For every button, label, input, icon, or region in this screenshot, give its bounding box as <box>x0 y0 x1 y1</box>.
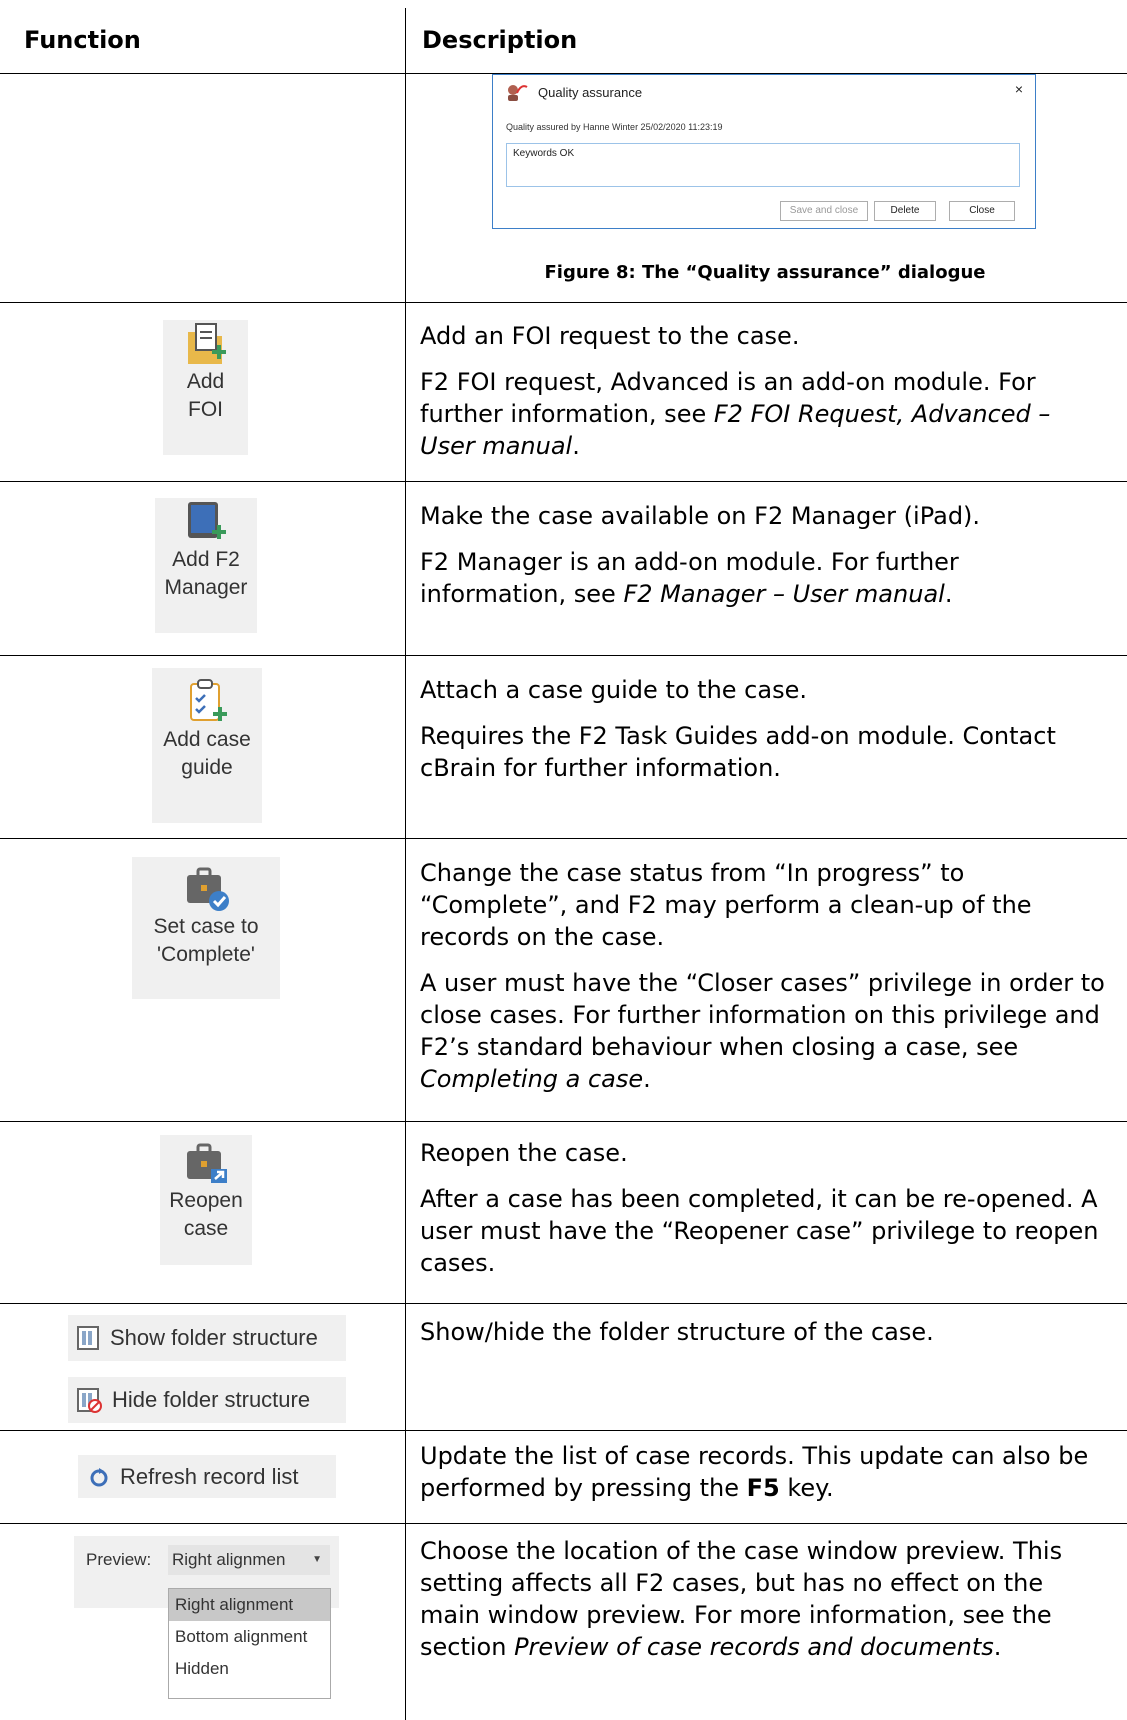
reopen-case-label-2: case <box>183 1217 229 1240</box>
preview-description: Choose the location of the case window p… <box>420 1535 1110 1663</box>
refresh-text-1: Update the list of case records. This up… <box>420 1440 1110 1504</box>
reopen-case-text-1: Reopen the case. <box>420 1139 628 1167</box>
row-divider <box>0 838 1127 839</box>
close-button[interactable]: Close <box>949 201 1015 221</box>
case-complete-icon <box>187 867 229 911</box>
add-f2-manager-text-2b: . <box>944 580 953 608</box>
add-f2-manager-button[interactable]: Add F2 Manager <box>155 498 257 633</box>
preview-section-ref: Preview of case records and documents <box>514 1633 994 1661</box>
add-case-guide-button[interactable]: Add case guide <box>152 668 262 823</box>
preview-label: Preview: <box>86 1550 152 1569</box>
dialog-info: Quality assured by Hanne Winter 25/02/20… <box>506 122 723 132</box>
tablet-icon <box>188 502 226 539</box>
add-case-guide-text-2: Requires the F2 Task Guides add-on modul… <box>420 722 1056 782</box>
folder-structure-icon <box>77 1326 99 1350</box>
header-function: Function <box>24 26 141 54</box>
add-f2-manager-manual-ref: F2 Manager – User manual <box>623 580 945 608</box>
hide-folder-structure-button[interactable]: Hide folder structure <box>68 1377 346 1423</box>
quality-assurance-icon <box>508 85 528 101</box>
add-foi-text-1: Add an FOI request to the case. <box>420 322 800 350</box>
add-f2-manager-text-1: Make the case available on F2 Manager (i… <box>420 502 981 530</box>
refresh-description: Update the list of case records. This up… <box>420 1440 1110 1504</box>
preview-select[interactable]: Right alignmen ▼ <box>168 1545 330 1575</box>
set-case-complete-description: Change the case status from “In progress… <box>420 857 1110 1095</box>
folder-structure-text-1: Show/hide the folder structure of the ca… <box>420 1318 934 1346</box>
set-case-complete-button[interactable]: Set case to 'Complete' <box>132 857 280 999</box>
row-divider <box>0 302 1127 303</box>
set-case-complete-label-1: Set case to <box>153 915 259 938</box>
refresh-record-list-label: Refresh record list <box>120 1463 299 1489</box>
hide-folder-structure-icon <box>77 1388 102 1413</box>
set-case-complete-text-2a: A user must have the “Closer cases” priv… <box>420 969 1105 1061</box>
dialog-close-icon[interactable]: × <box>1015 81 1023 97</box>
row-divider <box>0 1303 1127 1304</box>
dialog-comment-field[interactable]: Keywords OK <box>506 143 1020 187</box>
reopen-case-icon <box>187 1143 227 1183</box>
row-divider <box>0 1430 1127 1431</box>
refresh-record-list-button[interactable]: Refresh record list <box>78 1455 336 1498</box>
case-guide-icon <box>190 679 227 721</box>
preview-text-1b: . <box>993 1633 1002 1661</box>
add-foi-text-2: F2 FOI request, Advanced is an add-on mo… <box>420 366 1110 462</box>
set-case-complete-text-1: Change the case status from “In progress… <box>420 859 1032 951</box>
chevron-down-icon: ▼ <box>312 1554 322 1565</box>
option-bottom-alignment[interactable]: Bottom alignment <box>169 1621 330 1653</box>
figure-caption: Figure 8: The “Quality assurance” dialog… <box>544 262 986 283</box>
add-f2-manager-description: Make the case available on F2 Manager (i… <box>420 500 1110 610</box>
add-f2-manager-label-1: Add F2 <box>172 548 240 571</box>
add-foi-button[interactable]: Add FOI <box>163 320 248 455</box>
dialog-title: Quality assurance <box>538 85 643 100</box>
show-folder-structure-button[interactable]: Show folder structure <box>68 1315 346 1361</box>
add-foi-description: Add an FOI request to the case. F2 FOI r… <box>420 320 1110 462</box>
add-case-guide-description: Attach a case guide to the case. Require… <box>420 674 1110 784</box>
row-divider <box>0 481 1127 482</box>
add-case-guide-text-1: Attach a case guide to the case. <box>420 676 807 704</box>
folder-structure-description: Show/hide the folder structure of the ca… <box>420 1316 1110 1348</box>
dialog-comment-text: Keywords OK <box>513 148 575 159</box>
column-divider <box>405 8 406 1720</box>
preview-text-1: Choose the location of the case window p… <box>420 1535 1110 1663</box>
show-folder-structure-label: Show folder structure <box>110 1325 318 1350</box>
add-foi-label-1: Add <box>186 370 225 393</box>
reopen-case-label-1: Reopen <box>169 1189 243 1212</box>
add-case-guide-label-1: Add case <box>163 728 251 751</box>
f5-key: F5 <box>746 1474 780 1502</box>
preview-options-list: Right alignment Bottom alignment Hidden <box>168 1588 331 1699</box>
add-f2-manager-label-2: Manager <box>164 576 248 599</box>
add-case-guide-label-2: guide <box>181 756 233 779</box>
set-case-complete-text-2b: . <box>643 1065 651 1093</box>
row-divider <box>0 655 1127 656</box>
add-foi-text-2b: . <box>572 432 580 460</box>
reopen-case-button[interactable]: Reopen case <box>160 1135 252 1265</box>
option-hidden[interactable]: Hidden <box>169 1653 330 1685</box>
reopen-case-text-2: After a case has been completed, it can … <box>420 1185 1099 1277</box>
preview-selected-value: Right alignmen <box>172 1550 286 1569</box>
quality-assurance-dialog: Quality assurance × Quality assured by H… <box>492 74 1036 229</box>
set-case-complete-text-2: A user must have the “Closer cases” priv… <box>420 967 1110 1095</box>
save-and-close-button[interactable]: Save and close <box>780 201 868 221</box>
header-description: Description <box>422 26 578 54</box>
reopen-case-description: Reopen the case. After a case has been c… <box>420 1137 1110 1279</box>
add-foi-icon <box>187 323 226 364</box>
add-f2-manager-text-2: F2 Manager is an add-on module. For furt… <box>420 546 1110 610</box>
row-divider <box>0 1121 1127 1122</box>
set-case-complete-label-2: 'Complete' <box>157 943 255 966</box>
hide-folder-structure-label: Hide folder structure <box>112 1387 311 1412</box>
completing-a-case-ref: Completing a case <box>420 1065 644 1093</box>
option-right-alignment[interactable]: Right alignment <box>169 1589 330 1621</box>
row-divider <box>0 1523 1127 1524</box>
add-foi-label-2: FOI <box>188 398 223 421</box>
refresh-icon <box>90 1467 108 1486</box>
refresh-text-1c: key. <box>779 1474 834 1502</box>
delete-button[interactable]: Delete <box>874 201 936 221</box>
